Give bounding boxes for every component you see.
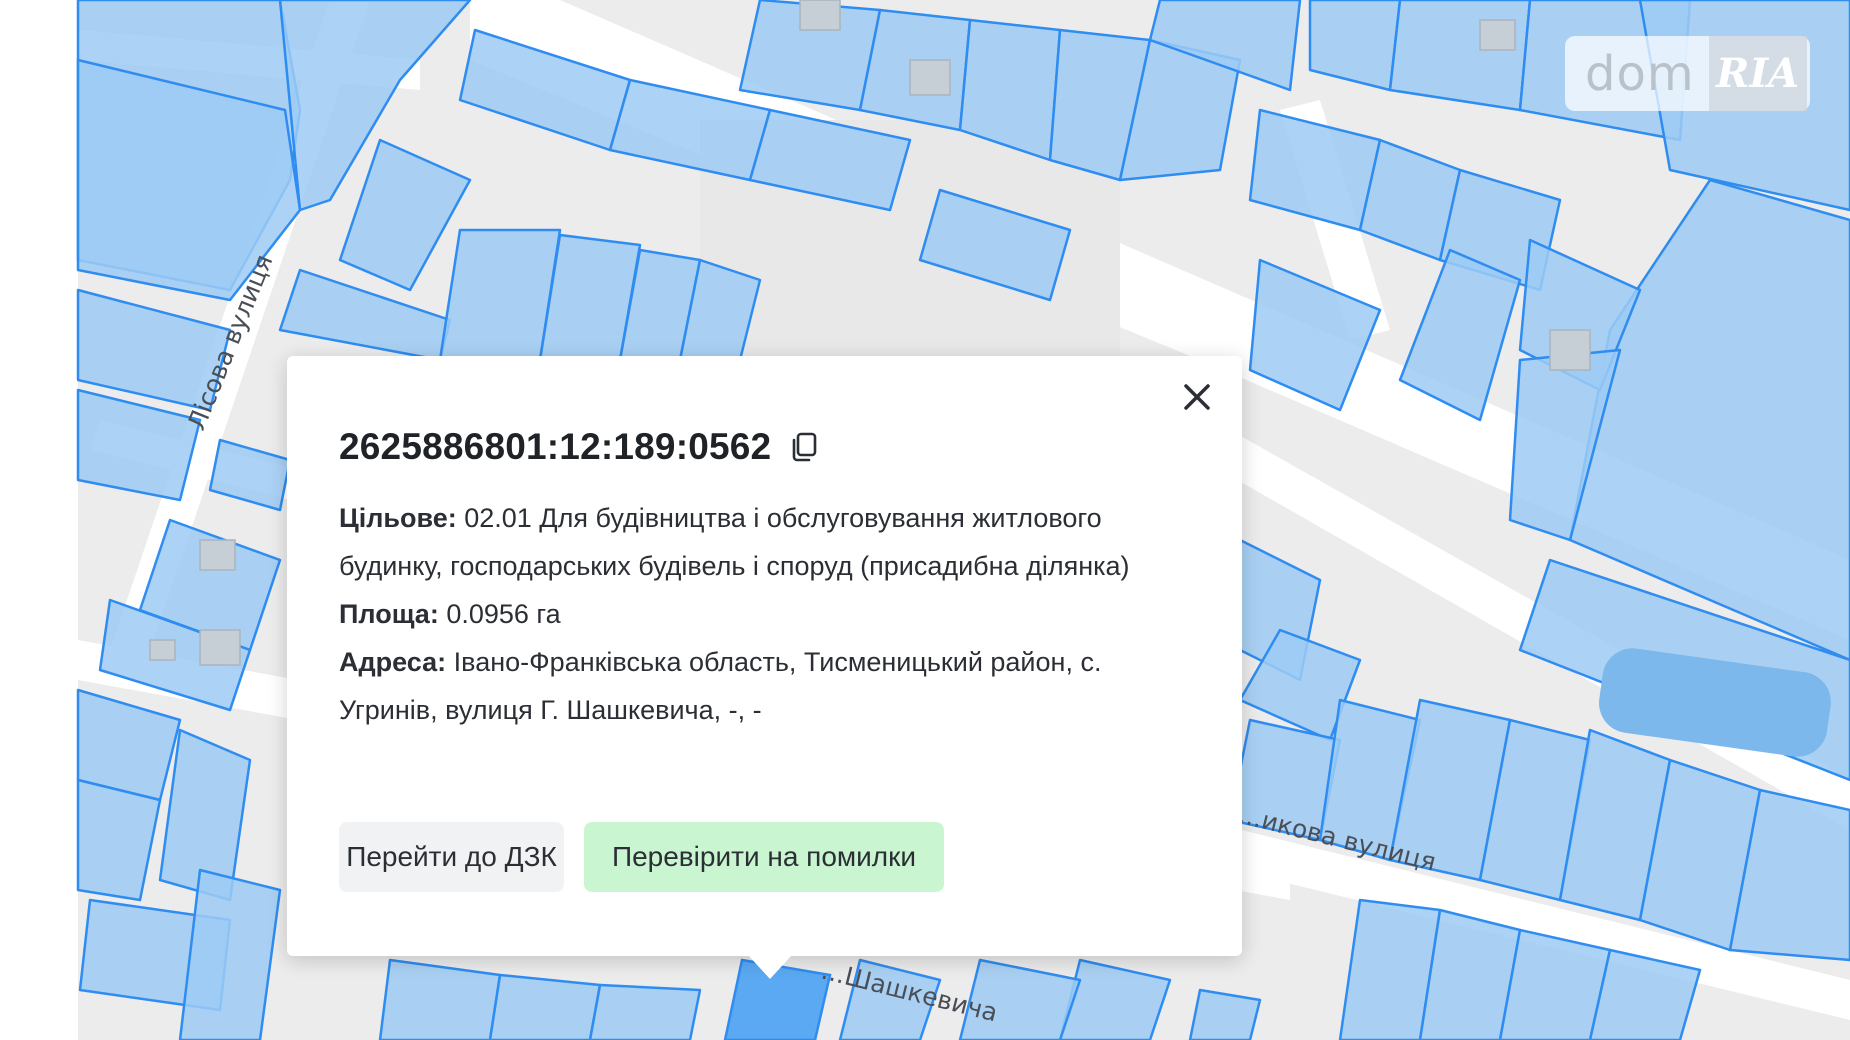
domria-watermark: dom RIA (1565, 36, 1810, 111)
address-label: Адреса: (339, 647, 447, 677)
purpose-label: Цільове: (339, 503, 457, 533)
area-label: Площа: (339, 599, 439, 629)
open-dzk-button[interactable]: Перейти до ДЗК (339, 822, 564, 892)
watermark-dom: dom (1585, 45, 1695, 102)
watermark-ria: RIA (1708, 36, 1807, 111)
parcel-info: Цільове: 02.01 Для будівництва і обслуго… (339, 494, 1199, 734)
purpose-row: Цільове: 02.01 Для будівництва і обслуго… (339, 494, 1199, 590)
area-value: 0.0956 га (446, 599, 561, 629)
check-errors-button[interactable]: Перевірити на помилки (584, 822, 944, 892)
close-icon[interactable] (1180, 380, 1214, 414)
cadastral-header: 2625886801:12:189:0562 (339, 426, 819, 468)
address-value: Івано-Франківська область, Тисменицький … (339, 647, 1102, 725)
popup-pointer (748, 955, 792, 979)
address-row: Адреса: Івано-Франківська область, Тисме… (339, 638, 1199, 734)
cadastral-number: 2625886801:12:189:0562 (339, 426, 772, 467)
area-row: Площа: 0.0956 га (339, 590, 1199, 638)
copy-icon[interactable] (789, 431, 819, 463)
purpose-value: 02.01 Для будівництва і обслуговування ж… (339, 503, 1130, 581)
parcel-popup: 2625886801:12:189:0562 Цільове: 02.01 Дл… (287, 356, 1242, 956)
popup-actions: Перейти до ДЗК Перевірити на помилки (339, 822, 944, 892)
